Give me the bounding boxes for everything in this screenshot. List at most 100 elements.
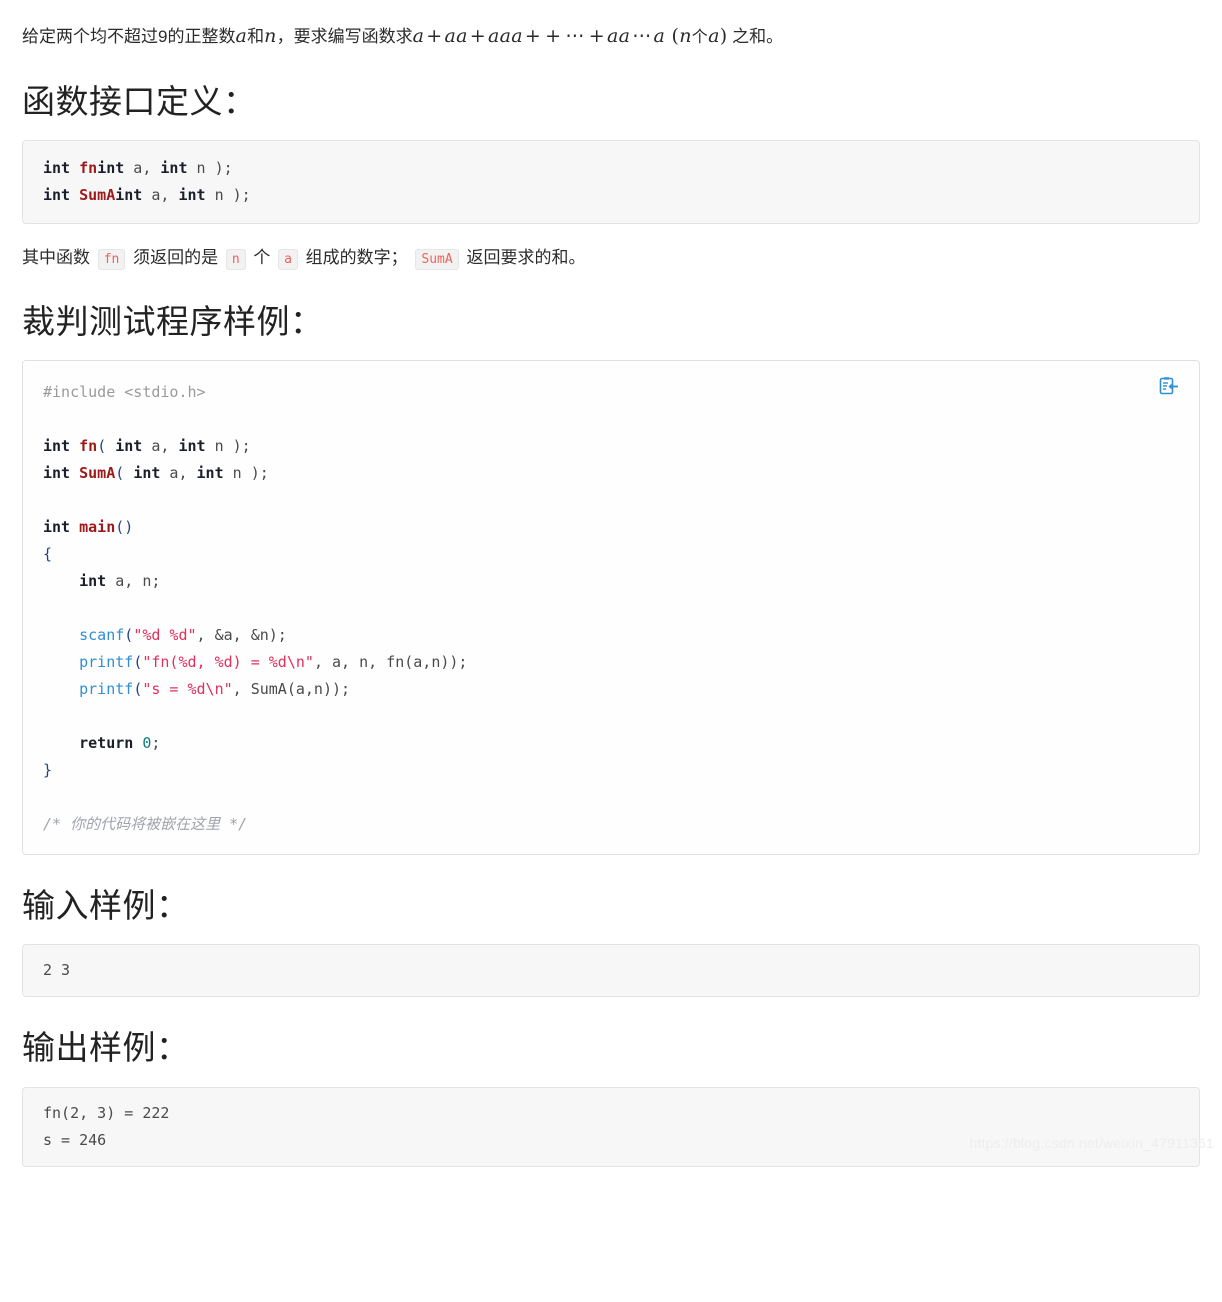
formula-plus-4: +: [545, 25, 562, 47]
formula-ellipsis-2: ⋯: [632, 25, 652, 47]
formula-ge: 个: [691, 29, 709, 46]
output-sample-line: fn(2, 3) = 222: [43, 1103, 170, 1122]
keyword-int: int: [79, 572, 107, 591]
heading-input-sample: 输入样例：: [22, 887, 190, 925]
formula-aa: aa: [444, 25, 468, 47]
function-name-fn: fn: [79, 158, 98, 177]
keyword-return: return: [79, 734, 134, 753]
brace-close: }: [43, 761, 53, 780]
formula-plus-1: +: [426, 25, 443, 47]
code-param: n );: [205, 437, 251, 456]
copy-clipboard-icon[interactable]: [1157, 375, 1179, 397]
code-punct: (: [133, 653, 143, 672]
code-punct: ;: [151, 734, 161, 753]
formula-n: n: [679, 25, 692, 47]
variable-declaration: a, n;: [106, 572, 161, 591]
formula-plus-5: +: [588, 25, 605, 47]
formula-a1: a: [412, 25, 425, 47]
string-literal: "s = %d\n": [142, 680, 233, 699]
input-sample-block: 2 3: [22, 944, 1200, 998]
call-args: , &a, &n);: [196, 626, 287, 645]
formula-a2: a: [653, 25, 666, 47]
formula-plus-3: +: [524, 25, 542, 47]
code-param: a,: [142, 437, 179, 456]
statement-var-a: a: [235, 25, 248, 47]
keyword-int: int: [178, 185, 206, 204]
keyword-int: int: [97, 158, 125, 177]
inline-code-suma: SumA: [415, 248, 459, 270]
function-name-suma: SumA: [79, 464, 116, 483]
formula-aaa: aaa: [488, 25, 523, 47]
code-line: printf("fn(%d, %d) = %d\n", a, n, fn(a,n…: [43, 649, 1179, 676]
keyword-int: int: [178, 437, 206, 456]
statement-and: 和: [247, 27, 265, 46]
keyword-int: int: [43, 518, 71, 537]
call-args: , a, n, fn(a,n));: [313, 653, 468, 672]
code-param: a,: [124, 158, 161, 177]
keyword-int: int: [43, 158, 71, 177]
code-line: printf("s = %d\n", SumA(a,n));: [43, 676, 1179, 703]
inline-code-n: n: [225, 248, 246, 270]
problem-statement: 给定两个均不超过9的正整数a和n，要求编写函数求a + aa + aaa + + ⋯ + aa ⋯ a…: [22, 22, 1222, 51]
code-line: int main(): [43, 514, 1179, 541]
keyword-int: int: [160, 158, 188, 177]
interface-code-block: int fnint a, int n ); int SumAint a, int …: [22, 139, 1200, 224]
code-param: n );: [187, 158, 233, 177]
code-comment: /* 你的代码将被嵌在这里 */: [43, 815, 248, 834]
function-name-fn: fn: [79, 437, 98, 456]
code-line: int a, n;: [43, 568, 1179, 595]
code-line: int fn( int a, int n );: [43, 433, 1179, 460]
code-punct: (: [124, 626, 134, 645]
statement-var-n: n: [264, 25, 277, 47]
formula-aa-2: aa: [606, 25, 631, 47]
keyword-int: int: [196, 464, 224, 483]
code-param: n );: [223, 464, 269, 483]
call-printf: printf: [79, 680, 134, 699]
formula-rparen: ): [719, 25, 728, 47]
code-param: n );: [205, 185, 251, 204]
output-sample-block: fn(2, 3) = 222 s = 246: [22, 1086, 1200, 1167]
code-line: int SumA( int a, int n );: [43, 460, 1179, 487]
input-sample-line: 2 3: [43, 961, 71, 980]
code-line-comment: /* 你的代码将被嵌在这里 */: [43, 811, 1179, 838]
code-line: int fnint a, int n );: [43, 155, 1179, 182]
keyword-int: int: [43, 464, 71, 483]
statement-formula: a + aa + aaa + + ⋯ + aa ⋯ a (n个a): [413, 25, 728, 47]
formula-a3: a: [708, 25, 720, 47]
inline-code-fn: fn: [97, 248, 126, 270]
interface-description: 其中函数 fn 须返回的是 n 个 a 组成的数字； SumA 返回要求的和。: [22, 244, 1222, 271]
code-line: {: [43, 541, 1179, 568]
statement-tail: 之和。: [732, 27, 784, 46]
string-literal: "fn(%d, %d) = %d\n": [142, 653, 314, 672]
code-punct: (: [97, 437, 116, 456]
keyword-int: int: [133, 464, 161, 483]
keyword-int: int: [115, 185, 143, 204]
code-punct: (: [133, 680, 143, 699]
keyword-int: int: [43, 437, 71, 456]
code-line: scanf("%d %d", &a, &n);: [43, 622, 1179, 649]
statement-lead: 给定两个均不超过9的正整数: [22, 27, 236, 46]
formula-ellipsis-1: ⋯: [565, 25, 585, 47]
code-line: return 0;: [43, 730, 1179, 757]
statement-mid: ，要求编写函数求: [276, 27, 413, 46]
function-name-suma: SumA: [79, 185, 116, 204]
watermark-url: https://blog.csdn.net/weixin_47911361: [969, 1134, 1214, 1151]
code-param: a,: [160, 464, 197, 483]
code-punct: (: [115, 464, 134, 483]
code-line: }: [43, 757, 1179, 784]
keyword-int: int: [43, 185, 71, 204]
brace-open: {: [43, 545, 53, 564]
call-printf: printf: [79, 653, 134, 672]
formula-plus-2: +: [469, 25, 487, 47]
string-literal: "%d %d": [133, 626, 197, 645]
call-scanf: scanf: [79, 626, 125, 645]
call-args: , SumA(a,n));: [232, 680, 351, 699]
heading-interface-definition: 函数接口定义：: [22, 82, 257, 120]
preprocessor-include: #include <stdio.h>: [43, 383, 206, 402]
function-name-main: main: [79, 518, 116, 537]
inline-code-a: a: [278, 248, 298, 270]
